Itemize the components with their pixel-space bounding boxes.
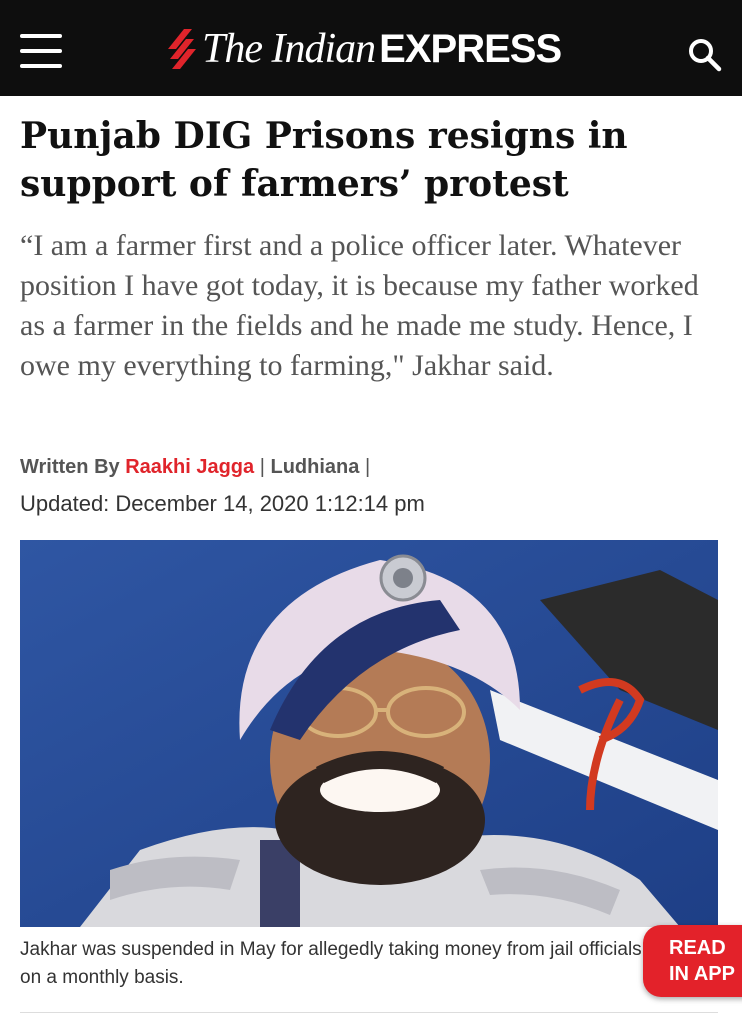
site-logo[interactable]: The Indian EXPRESS xyxy=(164,22,562,76)
article-headline: Punjab DIG Prisons resigns in support of… xyxy=(20,115,628,205)
byline-prefix: Written By xyxy=(20,456,120,478)
article-standfirst: “I am a farmer first and a police office… xyxy=(20,229,699,382)
byline-separator: | xyxy=(259,456,265,478)
read-in-app-line1: READ xyxy=(669,937,726,959)
byline-location: Ludhiana xyxy=(270,456,360,478)
image-caption: Jakhar was suspended in May for allegedl… xyxy=(20,939,642,988)
divider xyxy=(20,1012,718,1013)
hamburger-menu-icon[interactable] xyxy=(20,34,64,78)
byline-separator: | xyxy=(364,456,371,478)
top-nav-bar: The Indian EXPRESS xyxy=(0,0,742,96)
read-in-app-button[interactable]: READ IN APP xyxy=(643,925,742,997)
logo-mark-icon xyxy=(168,29,196,69)
logo-text-express: EXPRESS xyxy=(379,26,562,71)
author-link[interactable]: Raakhi Jagga xyxy=(125,456,254,478)
logo-text-the-indian: The Indian xyxy=(202,26,376,72)
photo-illustration xyxy=(20,540,718,927)
read-in-app-line2: IN APP xyxy=(669,963,735,985)
article-photo xyxy=(20,540,718,927)
article-updated-time: Updated: December 14, 2020 1:12:14 pm xyxy=(20,491,425,516)
search-icon[interactable] xyxy=(686,36,722,72)
article-byline: Written By Raakhi Jagga | Ludhiana | xyxy=(20,453,720,481)
